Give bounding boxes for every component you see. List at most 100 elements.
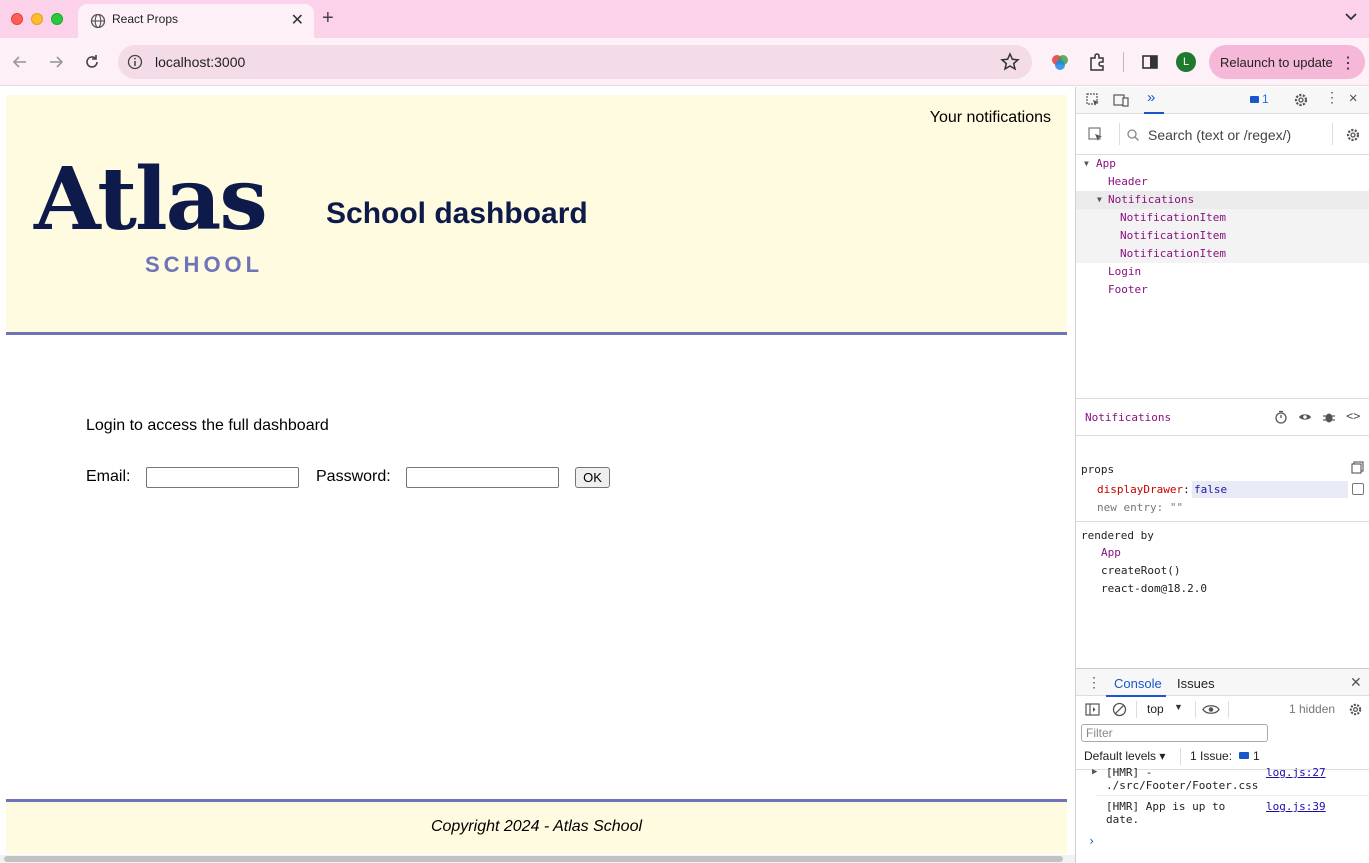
rendered-by-item: createRoot(): [1101, 564, 1181, 577]
tree-item-notificationitem[interactable]: NotificationItem: [1076, 227, 1369, 245]
more-vertical-icon[interactable]: ⋮: [1340, 53, 1356, 73]
new-entry-field[interactable]: new entry: "": [1097, 501, 1183, 514]
tree-item-label: Notifications: [1108, 193, 1195, 206]
caret-down-icon[interactable]: ▼: [1097, 191, 1102, 209]
new-tab-button[interactable]: +: [322, 7, 334, 30]
issues-icon: [1239, 752, 1249, 759]
copy-icon[interactable]: [1351, 461, 1364, 474]
expand-caret-icon[interactable]: ▶: [1092, 767, 1097, 777]
more-vertical-icon[interactable]: ⋮: [1325, 90, 1339, 106]
tree-item-label: NotificationItem: [1120, 247, 1226, 260]
tree-item-notificationitem[interactable]: NotificationItem: [1076, 209, 1369, 227]
toolbar-divider: [1119, 123, 1120, 145]
caret-down-icon[interactable]: ▼: [1174, 702, 1183, 712]
scrollbar-thumb[interactable]: [4, 856, 1063, 862]
settings-gear-icon[interactable]: [1348, 702, 1363, 717]
context-selector[interactable]: top: [1147, 702, 1164, 716]
rendered-by-item[interactable]: App: [1101, 546, 1121, 559]
logo-wordmark: Atlas: [34, 149, 268, 250]
reload-icon[interactable]: [82, 52, 102, 72]
eye-icon[interactable]: [1298, 410, 1312, 424]
toolbar-divider: [1332, 123, 1333, 145]
chevron-down-icon[interactable]: [1343, 8, 1359, 24]
tab-console[interactable]: Console: [1114, 676, 1162, 691]
tree-item-app[interactable]: ▼ App: [1076, 155, 1369, 173]
issues-badge[interactable]: 1: [1262, 92, 1269, 106]
back-icon[interactable]: [10, 52, 30, 72]
settings-gear-icon[interactable]: [1293, 92, 1309, 108]
bug-icon[interactable]: [1322, 410, 1336, 424]
view-source-icon[interactable]: <>: [1346, 409, 1360, 423]
caret-down-icon[interactable]: ▼: [1084, 155, 1089, 173]
tree-item-label: Header: [1108, 175, 1148, 188]
settings-gear-icon[interactable]: [1345, 127, 1361, 143]
logo-subtitle: SCHOOL: [145, 252, 264, 277]
selected-component-header: Notifications <>: [1076, 398, 1369, 436]
component-search-input[interactable]: Search (text or /regex/): [1148, 127, 1291, 143]
close-devtools-icon[interactable]: ✕: [1349, 90, 1357, 106]
stopwatch-icon[interactable]: [1274, 410, 1288, 424]
site-info-icon[interactable]: [127, 54, 143, 70]
live-expression-eye-icon[interactable]: [1202, 702, 1220, 717]
relaunch-to-update-button[interactable]: Relaunch to update ⋮: [1209, 45, 1365, 79]
tree-item-label: NotificationItem: [1120, 211, 1226, 224]
devtools-tabbar: » 1 ⋮ ✕: [1076, 87, 1369, 114]
globe-icon: [90, 13, 106, 29]
tab-close-icon[interactable]: ✕: [291, 10, 304, 30]
divider: [1228, 701, 1229, 718]
color-extension-icon[interactable]: [1050, 52, 1070, 72]
tree-item-notificationitem[interactable]: NotificationItem: [1076, 245, 1369, 263]
tree-item-footer[interactable]: Footer: [1076, 281, 1369, 299]
email-input[interactable]: [146, 467, 299, 488]
close-drawer-icon[interactable]: ✕: [1350, 674, 1362, 691]
more-tabs-icon[interactable]: »: [1147, 89, 1155, 106]
log-source-link[interactable]: log.js:27: [1266, 766, 1326, 779]
log-message: date.: [1106, 813, 1140, 826]
select-component-icon[interactable]: [1088, 127, 1104, 143]
password-input[interactable]: [406, 467, 559, 488]
profile-avatar[interactable]: L: [1176, 52, 1196, 72]
tab-issues[interactable]: Issues: [1177, 676, 1215, 691]
tab-strip: React Props ✕ +: [0, 0, 1369, 38]
tree-item-notifications[interactable]: ▼ Notifications: [1076, 191, 1369, 209]
side-panel-icon[interactable]: [1140, 52, 1160, 72]
tree-item-header[interactable]: Header: [1076, 173, 1369, 191]
maximize-window-button[interactable]: [51, 13, 63, 25]
horizontal-scrollbar[interactable]: [0, 855, 1075, 863]
log-message: [HMR] -: [1106, 766, 1153, 779]
divider: [1136, 701, 1137, 718]
issue-summary[interactable]: 1 Issue:: [1190, 749, 1232, 763]
components-toolbar: Search (text or /regex/): [1076, 115, 1369, 155]
rendered-by-item: react-dom@18.2.0: [1101, 582, 1207, 595]
inspect-element-icon[interactable]: [1085, 92, 1101, 108]
ok-button[interactable]: OK: [575, 467, 610, 488]
tree-item-label: App: [1096, 157, 1116, 170]
tree-item-login[interactable]: Login: [1076, 263, 1369, 281]
more-vertical-icon[interactable]: ⋮: [1087, 674, 1101, 691]
issues-icon[interactable]: [1250, 92, 1260, 108]
forward-icon[interactable]: [46, 52, 66, 72]
bookmark-star-icon[interactable]: [1000, 52, 1020, 72]
divider: [1096, 795, 1369, 796]
app-header: Your notifications Atlas SCHOOL School d…: [6, 95, 1067, 335]
log-source-link[interactable]: log.js:39: [1266, 800, 1326, 813]
sidebar-toggle-icon[interactable]: [1085, 702, 1100, 717]
prop-boolean-checkbox[interactable]: [1352, 483, 1364, 495]
divider: [1180, 748, 1181, 765]
active-tab-indicator: [1144, 112, 1164, 114]
extensions-puzzle-icon[interactable]: [1087, 52, 1107, 72]
log-levels-dropdown[interactable]: Default levels ▾: [1084, 749, 1165, 763]
clear-console-icon[interactable]: [1112, 702, 1127, 717]
divider: [1195, 701, 1196, 718]
minimize-window-button[interactable]: [31, 13, 43, 25]
rendered-by-title: rendered by: [1081, 529, 1154, 542]
browser-tab[interactable]: React Props ✕: [78, 4, 314, 38]
issue-count[interactable]: 1: [1253, 749, 1260, 763]
device-toolbar-icon[interactable]: [1113, 92, 1129, 108]
console-drawer-tabs: ⋮ Console Issues ✕: [1076, 668, 1369, 697]
console-filter-input[interactable]: Filter: [1081, 724, 1268, 742]
address-bar[interactable]: localhost:3000: [118, 45, 1032, 79]
prop-value-editor[interactable]: false: [1192, 481, 1348, 498]
close-window-button[interactable]: [11, 13, 23, 25]
console-prompt-icon[interactable]: ›: [1088, 834, 1095, 848]
